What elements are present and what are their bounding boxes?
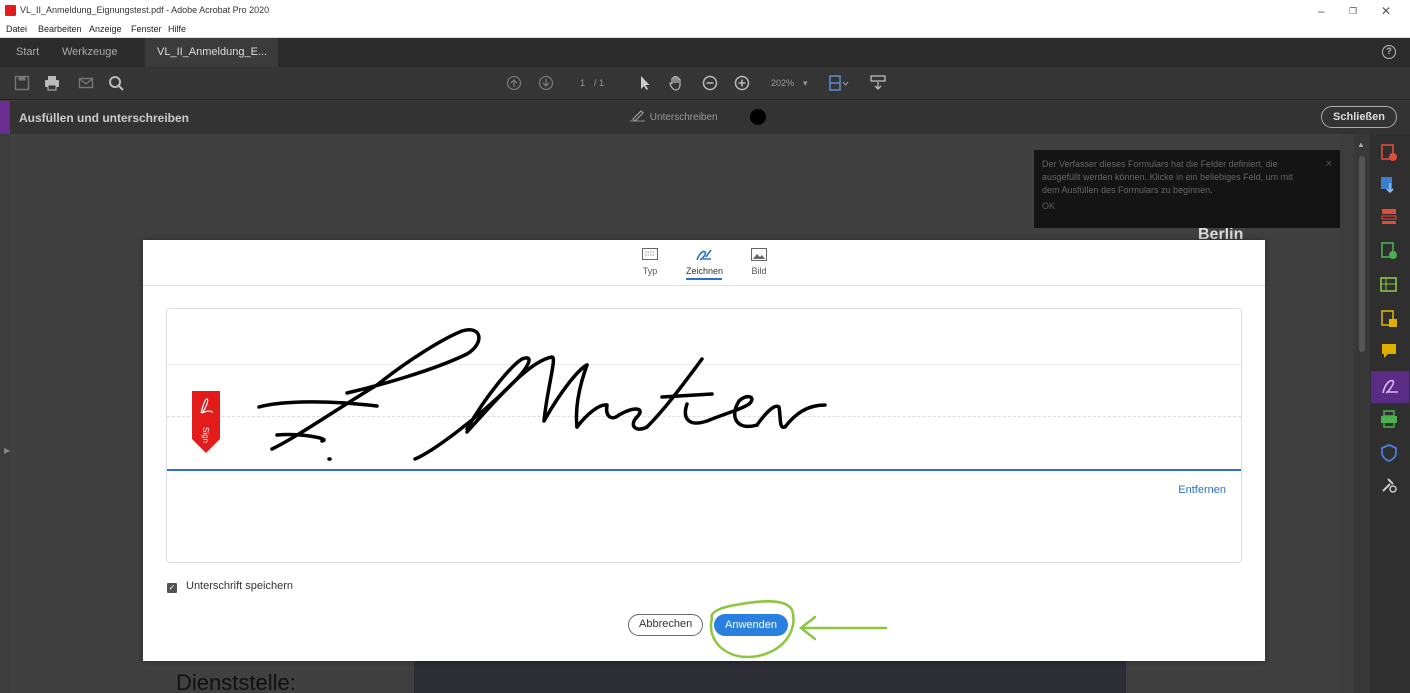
scrollbar-thumb[interactable] (1359, 156, 1365, 352)
fill-sign-title: Ausfüllen und unterschreiben (19, 111, 190, 125)
left-panel-toggle-icon[interactable]: ▶ (4, 446, 10, 455)
right-tools-panel (1370, 134, 1410, 693)
zoom-level[interactable]: 202% (771, 78, 794, 88)
sign-flag-label: Sign (201, 427, 210, 444)
main-toolbar: 1 / 1 202% ▾ (0, 67, 1410, 100)
protect-icon[interactable] (1380, 444, 1398, 462)
signature-dialog: Typ Zeichnen Bild Sign Entfernen ✓ Unter… (143, 240, 1265, 661)
pen-icon (695, 248, 713, 262)
organize-pages-icon[interactable] (1380, 208, 1398, 226)
restore-icon[interactable]: ❐ (1349, 6, 1357, 17)
close-fill-sign-button[interactable]: Schließen (1321, 106, 1397, 128)
edit-pdf-icon[interactable] (1380, 242, 1398, 260)
ink-color-swatch[interactable] (750, 109, 766, 125)
signature-pen-icon (630, 110, 645, 122)
tab-image-label: Bild (751, 266, 767, 276)
form-info-tooltip: Der Verfasser dieses Formulars hat die F… (1034, 150, 1340, 228)
page-down-icon[interactable] (538, 75, 554, 91)
field-label-dienststelle: Dienststelle: (176, 670, 296, 693)
sign-button[interactable]: Unterschreiben (629, 110, 718, 123)
export-pdf-icon[interactable] (1380, 144, 1398, 162)
select-cursor-icon[interactable] (637, 75, 653, 91)
scroll-up-icon[interactable]: ▲ (1357, 140, 1365, 149)
tab-type-label: Typ (642, 266, 658, 276)
drawn-signature (257, 328, 827, 461)
menu-datei[interactable]: Datei (6, 24, 27, 34)
dialog-divider (143, 285, 1265, 286)
minimize-icon[interactable]: – (1318, 4, 1325, 18)
checkbox-checked-icon: ✓ (167, 583, 177, 593)
page-up-icon[interactable] (506, 75, 522, 91)
apply-button[interactable]: Anwenden (714, 614, 788, 636)
tab-start[interactable]: Start (8, 38, 47, 67)
tab-document[interactable]: VL_II_Anmeldung_E... × (145, 38, 278, 87)
page-total: / 1 (594, 78, 605, 88)
vertical-scrollbar[interactable]: ▲ (1354, 134, 1370, 693)
menu-hilfe[interactable]: Hilfe (168, 24, 186, 34)
acrobat-app-icon (5, 5, 16, 16)
create-pdf-icon[interactable] (1380, 176, 1398, 194)
page-number-input[interactable]: 1 (580, 78, 585, 88)
search-icon[interactable] (108, 75, 124, 91)
tooltip-ok-button[interactable]: OK (1042, 201, 1332, 211)
menu-bar: Datei Bearbeiten Anzeige Fenster Hilfe (0, 22, 1410, 38)
tabs-bar: Start Werkzeuge VL_II_Anmeldung_E... × ? (0, 38, 1410, 87)
print-production-icon[interactable] (1380, 410, 1398, 428)
zoom-in-icon[interactable] (734, 75, 750, 91)
save-icon[interactable] (14, 75, 30, 91)
sign-button-label: Unterschreiben (649, 112, 718, 123)
tab-tools[interactable]: Werkzeuge (54, 38, 125, 67)
zoom-dropdown-icon[interactable]: ▾ (803, 78, 808, 89)
tab-type[interactable]: Typ (639, 248, 661, 276)
tab-document-label: VL_II_Anmeldung_E... (157, 46, 268, 58)
save-signature-label: Unterschrift speichern (186, 580, 293, 592)
mail-icon[interactable] (78, 75, 94, 91)
tab-draw[interactable]: Zeichnen (686, 248, 724, 280)
tab-image[interactable]: Bild (749, 248, 769, 276)
close-window-icon[interactable]: ✕ (1381, 4, 1391, 18)
menu-bearbeiten[interactable]: Bearbeiten (38, 24, 82, 34)
image-icon (750, 248, 768, 262)
tooltip-close-icon[interactable]: × (1326, 158, 1332, 170)
comment-icon[interactable] (1380, 342, 1398, 360)
zoom-out-icon[interactable] (702, 75, 718, 91)
tab-draw-label: Zeichnen (686, 266, 724, 276)
stamp-icon[interactable] (1380, 310, 1398, 328)
menu-fenster[interactable]: Fenster (131, 24, 162, 34)
fill-sign-tool-icon[interactable] (1371, 371, 1409, 403)
save-signature-checkbox[interactable]: ✓ Unterschrift speichern (167, 580, 293, 593)
fill-sign-bar: Ausfüllen und unterschreiben Unterschrei… (0, 101, 1410, 134)
print-icon[interactable] (44, 75, 60, 91)
form-field[interactable] (414, 658, 1126, 693)
page-fit-icon[interactable] (828, 75, 849, 91)
menu-anzeige[interactable]: Anzeige (89, 24, 122, 34)
more-tools-icon[interactable] (1380, 476, 1398, 494)
scroll-mode-icon[interactable] (870, 75, 886, 91)
window-title: VL_II_Anmeldung_Eignungstest.pdf - Adobe… (20, 5, 270, 15)
hand-tool-icon[interactable] (668, 75, 684, 91)
remove-signature-link[interactable]: Entfernen (1178, 484, 1226, 496)
window-titlebar: VL_II_Anmeldung_Eignungstest.pdf - Adobe… (0, 0, 1410, 22)
compare-files-icon[interactable] (1380, 276, 1398, 294)
keyboard-icon (641, 248, 659, 262)
signature-draw-canvas[interactable]: Sign Entfernen (166, 308, 1242, 563)
help-icon[interactable]: ? (1382, 45, 1396, 59)
tooltip-text: Der Verfasser dieses Formulars hat die F… (1042, 159, 1293, 195)
sign-here-flag (192, 391, 220, 453)
cancel-button[interactable]: Abbrechen (628, 614, 704, 636)
